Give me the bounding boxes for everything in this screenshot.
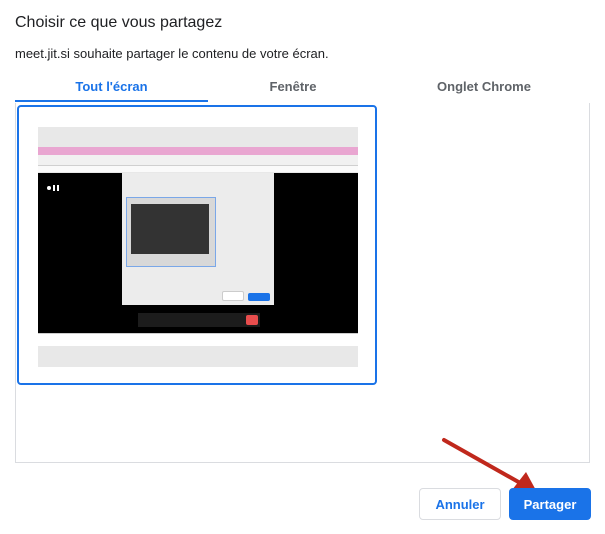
thumbnail-nested-card [126,197,216,267]
thumbnail-nested-cancel [222,291,244,301]
thumbnail-toolbar [38,155,358,166]
thumbnail-nested-share [248,293,270,301]
thumbnail-meeting-controls [138,313,260,327]
dialog-title: Choisir ce que vous partagez [15,14,223,31]
thumbnail-logo [46,183,62,195]
cancel-button[interactable]: Annuler [419,488,501,520]
screen-source-card[interactable] [17,105,377,385]
thumbnail-footer [38,333,358,346]
screen-thumbnail [38,127,358,367]
thumbnail-meeting-view [38,173,358,333]
thumbnail-hangup-icon [246,315,258,325]
tab-chrome-tab[interactable]: Onglet Chrome [378,74,590,102]
thumbnail-nested-dialog [122,173,274,305]
source-tabs: Tout l'écran Fenêtre Onglet Chrome [15,74,590,102]
thumbnail-bookmark-bar [38,166,358,172]
tab-entire-screen[interactable]: Tout l'écran [15,74,208,102]
thumbnail-tabstrip [38,147,358,155]
source-picker [15,103,590,463]
tab-window[interactable]: Fenêtre [208,74,378,102]
thumbnail-nested-screen [131,204,209,254]
share-button[interactable]: Partager [509,488,591,520]
dialog-subtitle: meet.jit.si souhaite partager le contenu… [15,46,329,61]
